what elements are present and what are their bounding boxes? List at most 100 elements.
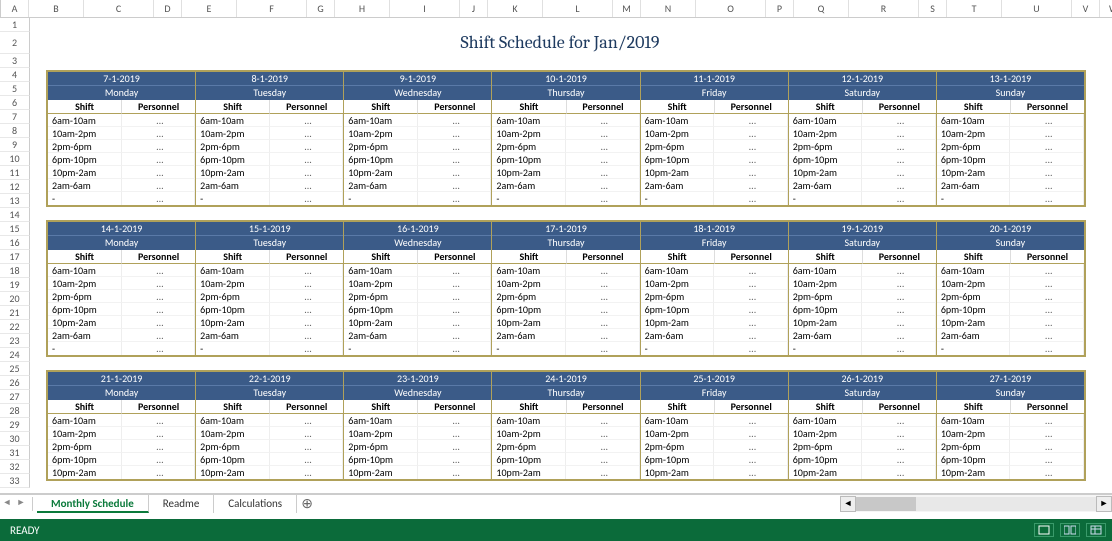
personnel-cell[interactable]: ... <box>270 127 344 140</box>
shift-row[interactable]: 6am-10am... <box>789 264 936 277</box>
shift-time-cell[interactable]: - <box>937 192 1011 205</box>
shift-row[interactable]: 10pm-2am... <box>641 166 788 179</box>
shift-row[interactable]: 6am-10am... <box>344 114 491 127</box>
col-header[interactable]: P <box>766 0 794 17</box>
shift-time-cell[interactable]: 10pm-2am <box>937 316 1011 329</box>
shift-row[interactable]: 6pm-10pm... <box>344 453 491 466</box>
personnel-cell[interactable]: ... <box>714 427 788 440</box>
row-header[interactable]: 3 <box>0 54 30 68</box>
shift-time-cell[interactable]: 10pm-2am <box>196 166 270 179</box>
row-header[interactable]: 5 <box>0 82 30 96</box>
shift-row[interactable]: 10pm-2am... <box>789 466 936 479</box>
shift-time-cell[interactable]: 6am-10am <box>196 414 270 427</box>
shift-row[interactable]: 10pm-2am... <box>48 166 195 179</box>
col-header[interactable]: V <box>1072 0 1100 17</box>
horizontal-scrollbar[interactable]: ◄ ► <box>840 494 1112 512</box>
shift-time-cell[interactable]: 6pm-10pm <box>344 153 418 166</box>
col-header[interactable]: F <box>237 0 307 17</box>
shift-time-cell[interactable]: 10am-2pm <box>789 127 863 140</box>
personnel-cell[interactable]: ... <box>418 127 492 140</box>
shift-row[interactable]: 10am-2pm... <box>641 277 788 290</box>
row-header[interactable]: 22 <box>0 320 30 334</box>
shift-row[interactable]: 10am-2pm... <box>492 127 639 140</box>
personnel-cell[interactable]: ... <box>122 114 196 127</box>
col-header[interactable]: J <box>460 0 488 17</box>
personnel-cell[interactable]: ... <box>122 179 196 192</box>
shift-time-cell[interactable]: 10am-2pm <box>48 127 122 140</box>
row-header[interactable]: 33 <box>0 474 30 488</box>
personnel-cell[interactable]: ... <box>418 303 492 316</box>
shift-time-cell[interactable]: 10am-2pm <box>789 427 863 440</box>
shift-row[interactable]: 6am-10am... <box>48 414 195 427</box>
shift-time-cell[interactable]: 6am-10am <box>48 264 122 277</box>
personnel-cell[interactable]: ... <box>418 329 492 342</box>
shift-time-cell[interactable]: 6pm-10pm <box>937 453 1011 466</box>
personnel-cell[interactable]: ... <box>1010 192 1084 205</box>
personnel-cell[interactable]: ... <box>566 179 640 192</box>
shift-row[interactable]: 10am-2pm... <box>48 427 195 440</box>
personnel-cell[interactable]: ... <box>714 179 788 192</box>
personnel-cell[interactable]: ... <box>566 290 640 303</box>
shift-time-cell[interactable]: 10pm-2am <box>492 466 566 479</box>
shift-time-cell[interactable]: - <box>937 342 1011 355</box>
shift-row[interactable]: 10pm-2am... <box>937 316 1084 329</box>
shift-row[interactable]: 2pm-6pm... <box>641 290 788 303</box>
personnel-cell[interactable]: ... <box>714 414 788 427</box>
row-header[interactable]: 8 <box>0 124 30 138</box>
row-header[interactable]: 26 <box>0 376 30 390</box>
shift-time-cell[interactable]: 2am-6am <box>641 179 715 192</box>
personnel-cell[interactable]: ... <box>714 127 788 140</box>
shift-time-cell[interactable]: 10am-2pm <box>492 427 566 440</box>
shift-row[interactable]: 6pm-10pm... <box>48 303 195 316</box>
personnel-cell[interactable]: ... <box>122 192 196 205</box>
shift-row[interactable]: 10am-2pm... <box>937 277 1084 290</box>
shift-row[interactable]: 6pm-10pm... <box>48 453 195 466</box>
personnel-cell[interactable]: ... <box>270 114 344 127</box>
col-header[interactable]: I <box>390 0 460 17</box>
col-header[interactable]: W <box>1100 0 1112 17</box>
shift-row[interactable]: 10am-2pm... <box>48 127 195 140</box>
shift-row[interactable]: 2pm-6pm... <box>937 140 1084 153</box>
shift-time-cell[interactable]: 6am-10am <box>789 264 863 277</box>
shift-time-cell[interactable]: 6pm-10pm <box>937 153 1011 166</box>
personnel-cell[interactable]: ... <box>566 342 640 355</box>
personnel-cell[interactable]: ... <box>122 127 196 140</box>
shift-time-cell[interactable]: 10pm-2am <box>344 466 418 479</box>
shift-row[interactable]: 6pm-10pm... <box>492 453 639 466</box>
personnel-cell[interactable]: ... <box>862 329 936 342</box>
shift-row[interactable]: 6am-10am... <box>789 414 936 427</box>
shift-time-cell[interactable]: 6am-10am <box>196 264 270 277</box>
shift-time-cell[interactable]: 10am-2pm <box>492 127 566 140</box>
view-page-break-icon[interactable] <box>1086 523 1106 537</box>
personnel-cell[interactable]: ... <box>1010 127 1084 140</box>
shift-time-cell[interactable]: 2am-6am <box>789 329 863 342</box>
shift-row[interactable]: 2am-6am... <box>196 179 343 192</box>
row-header[interactable]: 14 <box>0 208 30 222</box>
shift-row[interactable]: 6am-10am... <box>937 414 1084 427</box>
shift-time-cell[interactable]: 6pm-10pm <box>641 303 715 316</box>
shift-row[interactable]: 10am-2pm... <box>492 427 639 440</box>
row-header[interactable]: 2 <box>0 32 30 54</box>
row-header[interactable]: 17 <box>0 250 30 264</box>
personnel-cell[interactable]: ... <box>714 290 788 303</box>
shift-row[interactable]: 10am-2pm... <box>937 127 1084 140</box>
row-header[interactable]: 6 <box>0 96 30 110</box>
shift-row[interactable]: 2pm-6pm... <box>196 140 343 153</box>
personnel-cell[interactable]: ... <box>566 264 640 277</box>
personnel-cell[interactable]: ... <box>418 466 492 479</box>
shift-row[interactable]: 2pm-6pm... <box>789 440 936 453</box>
personnel-cell[interactable]: ... <box>122 153 196 166</box>
shift-row[interactable]: 10pm-2am... <box>196 466 343 479</box>
shift-row[interactable]: 2pm-6pm... <box>196 290 343 303</box>
personnel-cell[interactable]: ... <box>862 303 936 316</box>
shift-row[interactable]: 10am-2pm... <box>789 127 936 140</box>
shift-row[interactable]: 6am-10am... <box>196 414 343 427</box>
personnel-cell[interactable]: ... <box>122 414 196 427</box>
shift-row[interactable]: 10am-2pm... <box>937 427 1084 440</box>
shift-row[interactable]: 2am-6am... <box>492 179 639 192</box>
shift-time-cell[interactable]: 6am-10am <box>937 264 1011 277</box>
col-header[interactable]: L <box>543 0 613 17</box>
shift-row[interactable]: 10pm-2am... <box>641 316 788 329</box>
shift-row[interactable]: -... <box>492 342 639 355</box>
shift-row[interactable]: -... <box>937 342 1084 355</box>
